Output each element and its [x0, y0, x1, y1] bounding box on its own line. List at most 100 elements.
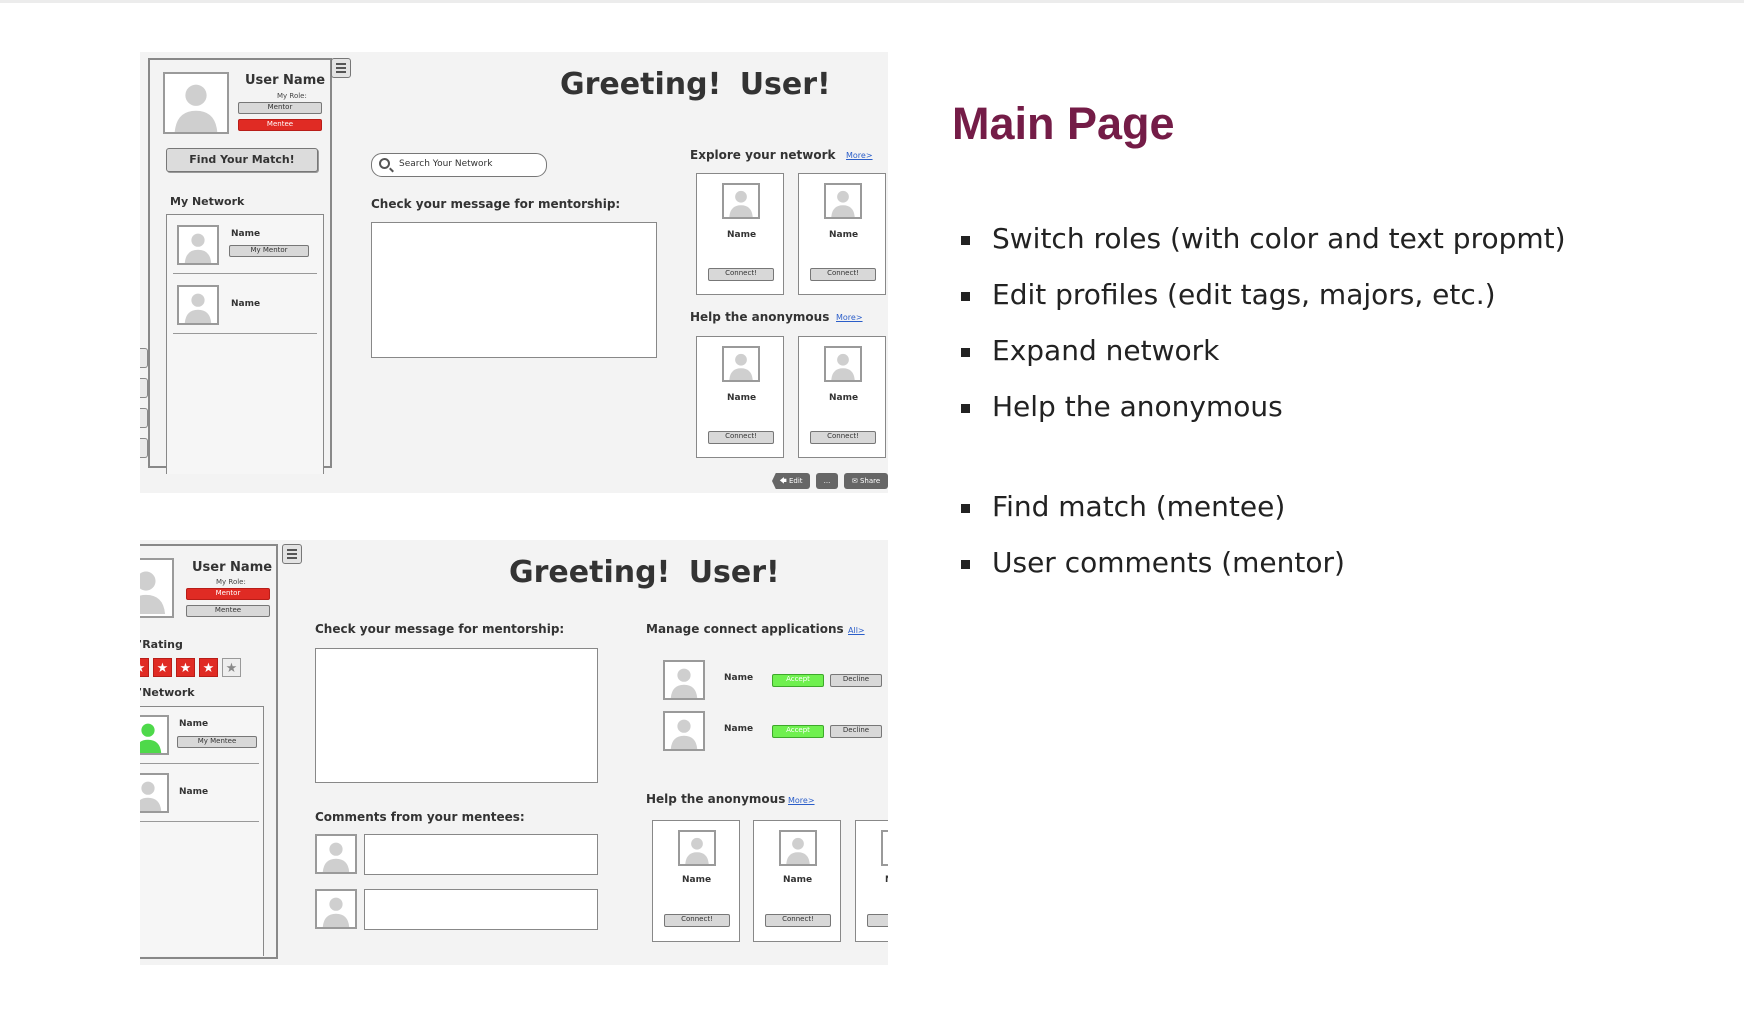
anonymous-card[interactable]: N C: [855, 820, 888, 942]
mentee-role-button[interactable]: Mentee: [186, 605, 270, 617]
connect-button[interactable]: Connect!: [810, 431, 876, 444]
edit-button[interactable]: 🡄 Edit: [772, 473, 810, 489]
edge-tab[interactable]: [140, 438, 148, 458]
anonymous-label: Help the anonymous: [646, 792, 786, 806]
bullet-icon: [961, 560, 970, 569]
applicant-name: Name: [724, 673, 754, 683]
connect-button[interactable]: Connect!: [765, 914, 831, 927]
card-name: Name: [727, 230, 757, 240]
connect-button[interactable]: Connect!: [708, 268, 774, 281]
role-label: My Role:: [216, 578, 246, 586]
list-item-text: Help the anonymous: [992, 390, 1283, 423]
user-silhouette-icon: [140, 781, 162, 811]
card-avatar: [722, 183, 760, 219]
decline-button[interactable]: Decline: [830, 725, 882, 738]
network-avatar[interactable]: [177, 285, 219, 325]
user-silhouette-icon: [174, 84, 218, 132]
comment-avatar: [315, 834, 357, 874]
greeting-title: Greeting! User!: [560, 67, 831, 102]
star-icon[interactable]: ★: [153, 658, 172, 677]
divider: [140, 763, 259, 764]
user-silhouette-icon: [140, 571, 166, 614]
list-item-text: Expand network: [992, 334, 1220, 367]
more-button[interactable]: ...: [816, 473, 838, 489]
network-avatar[interactable]: [140, 773, 169, 813]
search-icon: [379, 158, 390, 169]
manage-all-link[interactable]: All>: [848, 626, 865, 635]
message-box[interactable]: [371, 222, 657, 358]
card-avatar: [824, 183, 862, 219]
find-match-button[interactable]: Find Your Match!: [166, 148, 318, 172]
profile-avatar: [163, 72, 229, 134]
anonymous-more-link[interactable]: More>: [836, 313, 863, 322]
role-label: My Role:: [277, 92, 307, 100]
decline-button[interactable]: Decline: [830, 674, 882, 687]
star-icon[interactable]: ★: [199, 658, 218, 677]
star-icon[interactable]: ★: [140, 658, 149, 677]
edge-tab[interactable]: [140, 408, 148, 428]
rating-label: ’Rating: [140, 638, 183, 651]
anonymous-label: Help the anonymous: [690, 310, 830, 324]
network-list: Name My Mentee Name: [140, 706, 264, 956]
edge-tab[interactable]: [140, 378, 148, 398]
user-name: User Name: [192, 560, 273, 575]
anonymous-card[interactable]: Name Connect!: [798, 336, 886, 458]
network-name: Name: [179, 787, 209, 797]
applicant-avatar: [663, 711, 705, 751]
user-silhouette-icon: [322, 842, 350, 872]
card-name: N: [885, 875, 888, 885]
menu-icon[interactable]: [282, 544, 302, 564]
accept-button[interactable]: Accept: [772, 725, 824, 738]
mentor-role-button[interactable]: Mentor: [238, 102, 322, 114]
card-avatar: [881, 830, 888, 866]
explore-card[interactable]: Name Connect!: [798, 173, 886, 295]
search-input[interactable]: Search Your Network: [371, 153, 547, 177]
anonymous-card[interactable]: Name Connect!: [753, 820, 841, 942]
connect-button[interactable]: Connect!: [708, 431, 774, 444]
menu-icon[interactable]: [331, 58, 351, 78]
sidebar: User Name My Role: Mentor Mentee ’Rating…: [140, 544, 278, 959]
comment-box[interactable]: [364, 834, 598, 875]
my-mentee-tag: My Mentee: [177, 736, 257, 748]
connect-button[interactable]: Connect!: [810, 268, 876, 281]
mentor-role-button[interactable]: Mentor: [186, 588, 270, 600]
network-avatar[interactable]: [140, 715, 169, 755]
card-avatar: [722, 346, 760, 382]
card-avatar: [678, 830, 716, 866]
star-icon[interactable]: ★: [176, 658, 195, 677]
message-label: Check your message for mentorship:: [371, 197, 621, 211]
mentor-mockup: User Name My Role: Mentor Mentee ’Rating…: [140, 540, 888, 965]
arrow-left-icon: 🡄: [779, 477, 787, 485]
network-avatar[interactable]: [177, 225, 219, 265]
anonymous-card[interactable]: Name Connect!: [652, 820, 740, 942]
network-text: Network: [142, 686, 195, 699]
message-box[interactable]: [315, 648, 598, 783]
connect-button[interactable]: Connect!: [664, 914, 730, 927]
comment-box[interactable]: [364, 889, 598, 930]
bullet-icon: [961, 404, 970, 413]
profile-avatar: [140, 558, 174, 618]
divider: [140, 821, 259, 822]
mentee-role-button[interactable]: Mentee: [238, 119, 322, 131]
list-item-text: Edit profiles (edit tags, majors, etc.): [992, 278, 1496, 311]
edge-tab[interactable]: [140, 348, 148, 368]
anonymous-card[interactable]: Name Connect!: [696, 336, 784, 458]
page-title: Main Page: [952, 98, 1175, 149]
explore-more-link[interactable]: More>: [846, 151, 873, 160]
comment-avatar: [315, 889, 357, 929]
anonymous-more-link[interactable]: More>: [788, 796, 815, 805]
my-network-label: ’Network: [140, 686, 195, 699]
user-silhouette-icon: [685, 837, 709, 864]
connect-button[interactable]: C: [867, 914, 888, 927]
bullet-icon: [961, 292, 970, 301]
share-button[interactable]: ✉ Share: [844, 473, 888, 489]
edit-label: Edit: [788, 477, 803, 485]
explore-card[interactable]: Name Connect!: [696, 173, 784, 295]
star-icon[interactable]: ★: [222, 658, 241, 677]
share-icon: ✉: [851, 477, 858, 485]
accept-button[interactable]: Accept: [772, 674, 824, 687]
user-silhouette-icon: [670, 719, 698, 749]
bullet-icon: [961, 236, 970, 245]
card-name: Name: [829, 230, 859, 240]
user-silhouette-icon: [670, 668, 698, 698]
